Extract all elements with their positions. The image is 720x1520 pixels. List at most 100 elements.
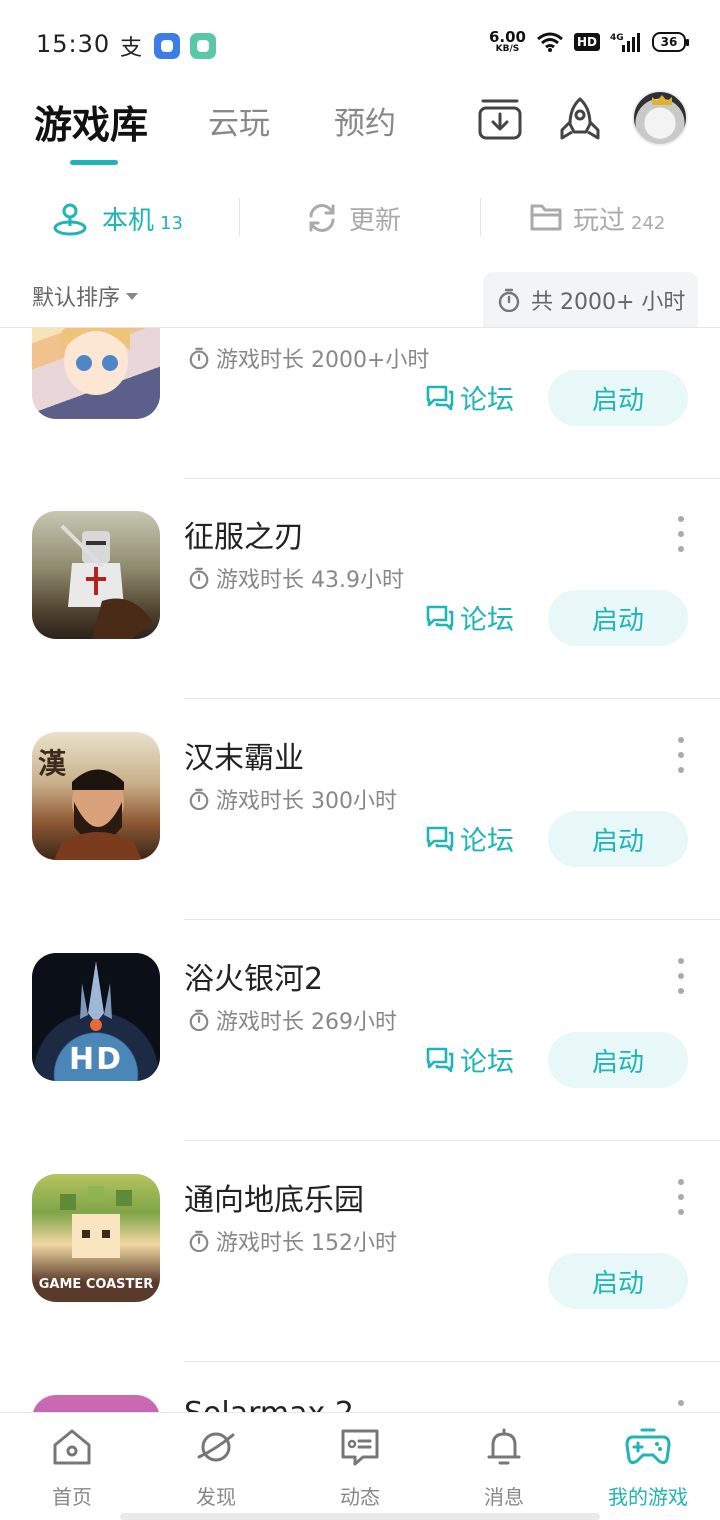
planet-icon (197, 1432, 235, 1462)
signal-icon: 4G (610, 33, 640, 52)
game-row: GAME COASTER 通向地底乐园 游戏时长 152小时 启动 (0, 1141, 720, 1362)
game-icon[interactable]: HD (32, 953, 160, 1081)
tab-reservation[interactable]: 预约 (334, 98, 396, 143)
forum-button[interactable]: 论坛 (426, 819, 514, 858)
launch-button[interactable]: 启动 (548, 811, 688, 867)
launch-button[interactable]: 启动 (548, 590, 688, 646)
network-speed: 6.00 KB/S (488, 28, 526, 54)
game-art-label: GAME COASTER (38, 1277, 154, 1292)
game-row: 漢 汉末霸业 游戏时长 300小时 论坛 启动 (0, 699, 720, 920)
forum-icon (426, 1047, 454, 1072)
status-bar: 15:30 支 6.00 KB/S HD 4G 36 (0, 0, 720, 88)
more-options-button[interactable] (670, 516, 692, 552)
stopwatch-icon (189, 788, 209, 810)
game-icon[interactable]: GAME COASTER (32, 1174, 160, 1302)
game-playtime: 游戏时长 269小时 (188, 1004, 397, 1036)
app-notification-icon-2 (190, 33, 216, 59)
caret-down-icon (126, 292, 139, 300)
chat-card-icon (341, 1429, 379, 1466)
battery-icon: 36 (652, 32, 689, 52)
game-row: 游戏时长 2000+小时 论坛 启动 (0, 328, 720, 479)
forum-icon (426, 826, 454, 851)
subtab-local[interactable]: 本机 13 (102, 200, 183, 237)
stopwatch-icon (189, 347, 209, 369)
game-playtime: 游戏时长 300小时 (188, 783, 397, 815)
library-filter-tabs: 本机 13 更新 玩过 242 (0, 190, 720, 248)
home-icon (53, 1429, 91, 1465)
wifi-icon (537, 32, 563, 52)
tab-cloud-play[interactable]: 云玩 (208, 98, 270, 143)
game-row: 征服之刃 游戏时长 43.9小时 论坛 启动 (0, 478, 720, 699)
forum-icon (426, 385, 454, 410)
forum-icon (426, 605, 454, 630)
bottom-nav: 首页 发现 动态 消息 我的游戏 (0, 1412, 720, 1520)
top-tab-bar: 游戏库 云玩 预约 (0, 88, 720, 178)
download-box-icon (478, 99, 522, 140)
launch-button[interactable]: 启动 (548, 1253, 688, 1309)
refresh-icon (309, 204, 335, 232)
more-options-button[interactable] (670, 737, 692, 773)
launch-button[interactable]: 启动 (548, 370, 688, 426)
game-icon[interactable] (32, 1395, 160, 1412)
total-playtime-chip: 共 2000+ 小时 (483, 272, 698, 328)
game-title: 汉末霸业 (184, 741, 304, 776)
stopwatch-icon (189, 567, 209, 589)
speed-boost-button[interactable] (554, 94, 606, 146)
game-art (62, 328, 130, 395)
subtab-updates[interactable]: 更新 (349, 200, 401, 237)
game-playtime: 游戏时长 2000+小时 (188, 342, 429, 374)
game-playtime: 游戏时长 43.9小时 (188, 562, 404, 594)
stopwatch-icon (498, 288, 520, 312)
nav-feed[interactable]: 动态 (300, 1427, 420, 1510)
alipay-icon: 支 (119, 36, 142, 61)
game-title: 浴火银河2 (184, 962, 324, 997)
status-notification-icons: 支 (118, 30, 216, 62)
app-notification-icon (154, 33, 180, 59)
nav-messages[interactable]: 消息 (444, 1427, 564, 1510)
nav-home[interactable]: 首页 (12, 1427, 132, 1510)
game-row: HD 浴火银河2 游戏时长 269小时 论坛 启动 (0, 920, 720, 1141)
game-row: Solarmax 2 (0, 1362, 720, 1412)
crown-icon (652, 95, 672, 105)
game-art (54, 769, 142, 860)
nav-discover[interactable]: 发现 (156, 1427, 276, 1510)
stopwatch-icon (189, 1230, 209, 1252)
local-user-icon (53, 203, 87, 236)
forum-button[interactable]: 论坛 (426, 598, 514, 637)
sort-bar: 默认排序 共 2000+ 小时 (0, 272, 720, 328)
subtab-played[interactable]: 玩过 242 (573, 200, 665, 237)
active-tab-indicator (70, 160, 118, 165)
status-system-icons: 6.00 KB/S HD 4G 36 (488, 28, 689, 54)
download-button[interactable] (474, 94, 526, 146)
user-avatar[interactable] (632, 90, 688, 146)
game-title: 通向地底乐园 (184, 1183, 364, 1218)
game-art-label: HD (68, 1042, 123, 1077)
home-indicator[interactable] (120, 1513, 600, 1520)
game-icon[interactable] (32, 511, 160, 639)
stopwatch-icon (189, 1009, 209, 1031)
more-options-button[interactable] (670, 958, 692, 994)
gamepad-icon (625, 1428, 671, 1465)
folder-icon (530, 204, 562, 231)
forum-button[interactable]: 论坛 (426, 1040, 514, 1079)
game-icon[interactable] (32, 328, 160, 419)
sort-dropdown[interactable]: 默认排序 (32, 280, 139, 312)
divider (480, 198, 481, 236)
more-options-button[interactable] (670, 1179, 692, 1215)
status-time: 15:30 (36, 30, 111, 58)
svg-text:4G: 4G (610, 33, 624, 43)
game-icon[interactable]: 漢 (32, 732, 160, 860)
bell-icon (487, 1428, 521, 1465)
launch-button[interactable]: 启动 (548, 1032, 688, 1088)
game-list: 游戏时长 2000+小时 论坛 启动 征服之刃 游戏时长 43.9小时 论坛 启… (0, 328, 720, 1412)
tab-game-library[interactable]: 游戏库 (34, 94, 148, 149)
divider (239, 198, 240, 236)
nav-my-games[interactable]: 我的游戏 (588, 1427, 708, 1510)
more-options-button[interactable] (670, 1400, 692, 1412)
game-playtime: 游戏时长 152小时 (188, 1225, 397, 1257)
rocket-icon (560, 97, 600, 140)
game-title: Solarmax 2 (184, 1396, 354, 1412)
hd-voice-icon: HD (573, 33, 600, 51)
game-title: 征服之刃 (184, 520, 304, 555)
forum-button[interactable]: 论坛 (426, 378, 514, 417)
